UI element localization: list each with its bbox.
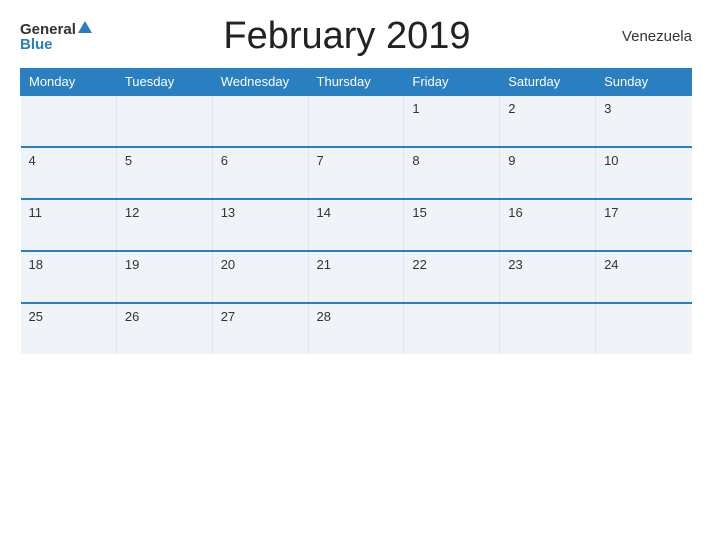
calendar-cell: 5 (116, 147, 212, 199)
calendar-page: General Blue February 2019 Venezuela Mon… (0, 0, 712, 550)
calendar-cell: 28 (308, 303, 404, 354)
calendar-cell: 3 (596, 95, 692, 147)
calendar-cell (596, 303, 692, 354)
calendar-cell: 9 (500, 147, 596, 199)
day-friday: Friday (404, 69, 500, 96)
day-tuesday: Tuesday (116, 69, 212, 96)
calendar-table: Monday Tuesday Wednesday Thursday Friday… (20, 68, 692, 354)
calendar-cell: 17 (596, 199, 692, 251)
calendar-cell: 10 (596, 147, 692, 199)
calendar-cell: 12 (116, 199, 212, 251)
day-sunday: Sunday (596, 69, 692, 96)
calendar-cell: 13 (212, 199, 308, 251)
header: General Blue February 2019 Venezuela (20, 15, 692, 58)
calendar-cell (404, 303, 500, 354)
calendar-cell (116, 95, 212, 147)
day-monday: Monday (21, 69, 117, 96)
logo-triangle-icon (78, 21, 92, 33)
logo-general-text: General (20, 22, 76, 37)
calendar-cell: 7 (308, 147, 404, 199)
calendar-cell: 21 (308, 251, 404, 303)
calendar-cell: 27 (212, 303, 308, 354)
calendar-cell: 8 (404, 147, 500, 199)
country-label: Venezuela (602, 28, 692, 45)
calendar-cell: 1 (404, 95, 500, 147)
calendar-cell: 19 (116, 251, 212, 303)
calendar-cell (500, 303, 596, 354)
calendar-week-4: 18192021222324 (21, 251, 692, 303)
calendar-cell: 25 (21, 303, 117, 354)
logo: General Blue (20, 22, 92, 52)
calendar-header: Monday Tuesday Wednesday Thursday Friday… (21, 69, 692, 96)
calendar-cell: 2 (500, 95, 596, 147)
calendar-cell: 20 (212, 251, 308, 303)
calendar-week-3: 11121314151617 (21, 199, 692, 251)
calendar-cell (21, 95, 117, 147)
logo-blue-text: Blue (20, 37, 53, 52)
calendar-cell: 24 (596, 251, 692, 303)
day-thursday: Thursday (308, 69, 404, 96)
day-wednesday: Wednesday (212, 69, 308, 96)
calendar-cell: 15 (404, 199, 500, 251)
day-saturday: Saturday (500, 69, 596, 96)
calendar-cell: 16 (500, 199, 596, 251)
calendar-cell: 18 (21, 251, 117, 303)
days-row: Monday Tuesday Wednesday Thursday Friday… (21, 69, 692, 96)
calendar-cell: 22 (404, 251, 500, 303)
calendar-cell: 4 (21, 147, 117, 199)
calendar-cell: 6 (212, 147, 308, 199)
calendar-cell: 11 (21, 199, 117, 251)
calendar-cell: 14 (308, 199, 404, 251)
calendar-body: 1234567891011121314151617181920212223242… (21, 95, 692, 354)
calendar-cell: 26 (116, 303, 212, 354)
calendar-title: February 2019 (92, 15, 602, 58)
calendar-week-2: 45678910 (21, 147, 692, 199)
calendar-week-1: 123 (21, 95, 692, 147)
calendar-cell (308, 95, 404, 147)
calendar-cell: 23 (500, 251, 596, 303)
calendar-week-5: 25262728 (21, 303, 692, 354)
calendar-cell (212, 95, 308, 147)
